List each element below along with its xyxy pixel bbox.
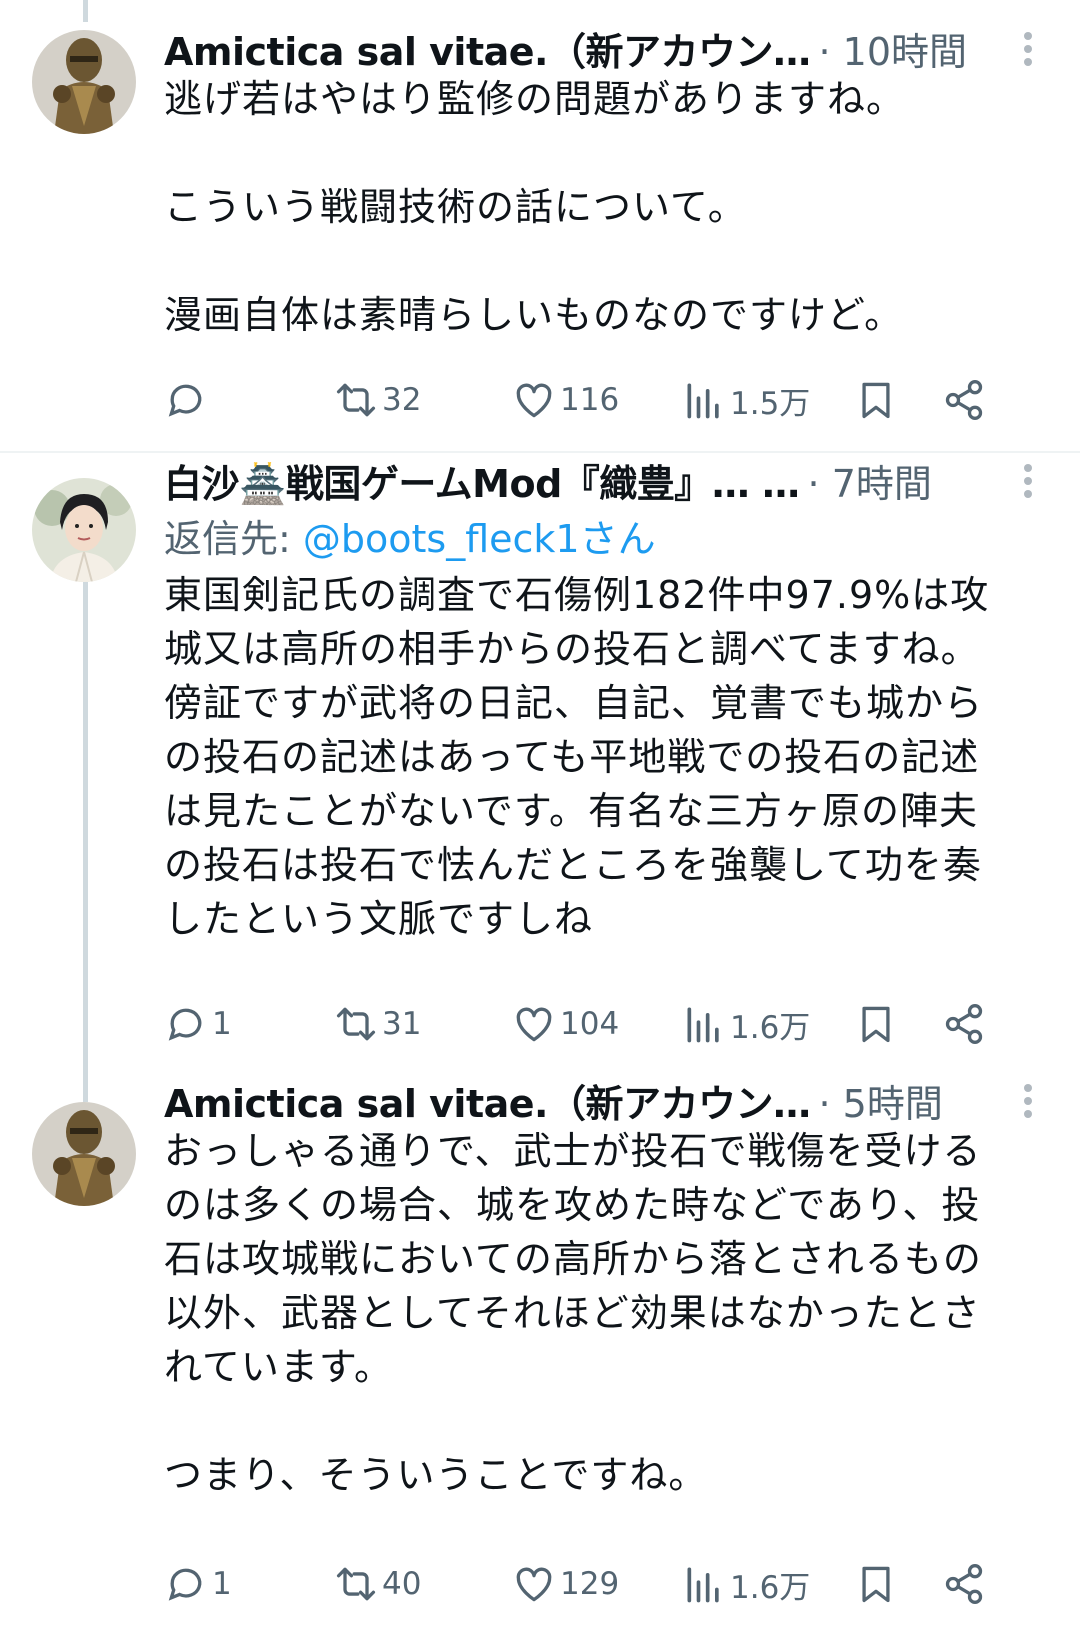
text-line: 東国剣記氏の調査で石傷例182件中97.9%は攻: [164, 573, 990, 617]
retweet-count: 31: [382, 1006, 422, 1042]
reply-icon: [168, 1008, 202, 1041]
views-button[interactable]: 1.6万: [682, 1556, 810, 1612]
retweet-count: 40: [382, 1566, 422, 1602]
reply-button[interactable]: 1: [164, 996, 232, 1052]
retweet-button[interactable]: 40: [334, 1556, 421, 1612]
text-line: は見たことがないです。有名な三方ヶ原の陣夫: [164, 789, 979, 833]
more-options-icon[interactable]: [1008, 456, 1048, 506]
bookmark-icon: [862, 382, 890, 419]
retweet-count: 32: [382, 382, 422, 418]
share-icon: [945, 1004, 983, 1044]
reply-prefix: 返信先:: [164, 517, 303, 561]
reply-button[interactable]: [164, 372, 212, 428]
bookmark-icon: [862, 1566, 890, 1603]
timestamp[interactable]: · 5時間: [818, 1073, 942, 1128]
text-line: 以外、武器としてそれほど効果はなかったとさ: [164, 1291, 981, 1335]
heart-icon: [516, 1007, 552, 1042]
share-icon: [945, 1564, 983, 1604]
retweet-icon: [336, 1567, 376, 1601]
armor-avatar-icon[interactable]: [32, 30, 136, 134]
views-button[interactable]: 1.6万: [682, 996, 810, 1052]
text-line: 城又は高所の相手からの投石と調べてますね。: [164, 627, 980, 671]
more-options-icon[interactable]: [1008, 24, 1048, 74]
heart-icon: [516, 383, 552, 418]
action-bar: 1 40 129 1.6万: [164, 1556, 1048, 1612]
share-button[interactable]: [942, 1556, 990, 1612]
bar-chart-icon: [687, 1007, 719, 1043]
text-line: 石は攻城戦においての高所から落とされるもの: [164, 1237, 982, 1281]
text-line: 逃げ若はやはり監修の問題がありますね。: [164, 77, 906, 121]
text-line: おっしゃる通りで、武士が投石で戦傷を受ける: [164, 1129, 982, 1173]
replying-to: 返信先: @boots_fleck1さん: [164, 508, 656, 563]
tweet-3[interactable]: Amictica sal vitae.（新アカウン… · 5時間 おっしゃる通り…: [0, 1080, 1080, 1632]
text-line: こういう戦闘技術の話について。: [164, 185, 747, 229]
bar-chart-icon: [687, 383, 719, 419]
like-button[interactable]: 104: [512, 996, 619, 1052]
view-count: 1.6万: [730, 1569, 811, 1606]
view-count: 1.6万: [730, 1009, 811, 1046]
views-button[interactable]: 1.5万: [682, 372, 810, 428]
share-icon: [945, 380, 983, 420]
author-name[interactable]: Amictica sal vitae.（新アカウン…: [164, 21, 811, 76]
tweet-2[interactable]: 白沙🏯戦国ゲームMod『織豊』… … · 7時間 返信先: @boots_fle…: [0, 452, 1080, 1072]
text-line: つまり、そういうことですね。: [164, 1453, 708, 1497]
reply-count: 1: [212, 1566, 232, 1602]
timestamp[interactable]: · 10時間: [818, 21, 967, 76]
view-count: 1.5万: [730, 385, 811, 422]
bar-chart-icon: [687, 1567, 719, 1603]
bookmark-icon: [862, 1006, 890, 1043]
reply-icon: [168, 1568, 202, 1601]
action-bar: 1 31 104 1.6万: [164, 996, 1048, 1052]
action-bar: 32 116 1.5万: [164, 372, 1048, 428]
bookmark-button[interactable]: [854, 996, 902, 1052]
more-options-icon[interactable]: [1008, 1076, 1048, 1126]
tweet-header: 白沙🏯戦国ゲームMod『織豊』… … · 7時間: [164, 452, 1048, 508]
tweet-text: 逃げ若はやはり監修の問題がありますね。 こういう戦闘技術の話について。 漫画自体…: [164, 72, 1050, 342]
like-count: 104: [560, 1006, 620, 1042]
retweet-icon: [336, 383, 376, 417]
tweet-text: 東国剣記氏の調査で石傷例182件中97.9%は攻 城又は高所の相手からの投石と調…: [164, 568, 1050, 946]
bookmark-button[interactable]: [854, 1556, 902, 1612]
text-line: 傍証ですが武将の日記、自記、覚書でも城から: [164, 681, 984, 725]
timestamp[interactable]: · 7時間: [808, 453, 932, 508]
retweet-button[interactable]: 31: [334, 996, 421, 1052]
share-button[interactable]: [942, 996, 990, 1052]
like-count: 129: [560, 1566, 620, 1602]
portrait-avatar-icon[interactable]: [32, 478, 136, 582]
share-button[interactable]: [942, 372, 990, 428]
reply-icon: [168, 384, 202, 417]
like-button[interactable]: 116: [512, 372, 619, 428]
armor-avatar-icon[interactable]: [32, 1102, 136, 1206]
bookmark-button[interactable]: [854, 372, 902, 428]
like-button[interactable]: 129: [512, 1556, 619, 1612]
author-name[interactable]: 白沙🏯戦国ゲームMod『織豊』… …: [164, 453, 800, 508]
like-count: 116: [560, 382, 620, 418]
tweet-header: Amictica sal vitae.（新アカウン… · 10時間: [164, 20, 1048, 76]
reply-count: 1: [212, 1006, 232, 1042]
tweet-header: Amictica sal vitae.（新アカウン… · 5時間: [164, 1072, 1048, 1128]
reply-handle-link[interactable]: @boots_fleck1さん: [303, 517, 656, 561]
heart-icon: [516, 1567, 552, 1602]
text-line: の投石の記述はあっても平地戦での投石の記述: [164, 735, 980, 779]
tweet-text: おっしゃる通りで、武士が投石で戦傷を受ける のは多くの場合、城を攻めた時などであ…: [164, 1124, 1050, 1502]
text-line: 漫画自体は素晴らしいものなのですけど。: [164, 293, 904, 337]
retweet-icon: [336, 1007, 376, 1041]
text-line: の投石は投石で怯んだところを強襲して功を奏: [164, 843, 982, 887]
reply-button[interactable]: 1: [164, 1556, 232, 1612]
author-name[interactable]: Amictica sal vitae.（新アカウン…: [164, 1073, 811, 1128]
text-line: のは多くの場合、城を攻めた時などであり、投: [164, 1183, 981, 1227]
tweet-1[interactable]: Amictica sal vitae.（新アカウン… · 10時間 逃げ若はやは…: [0, 0, 1080, 452]
text-line: したという文脈ですしね: [164, 897, 594, 941]
text-line: れています。: [164, 1345, 394, 1389]
retweet-button[interactable]: 32: [334, 372, 421, 428]
